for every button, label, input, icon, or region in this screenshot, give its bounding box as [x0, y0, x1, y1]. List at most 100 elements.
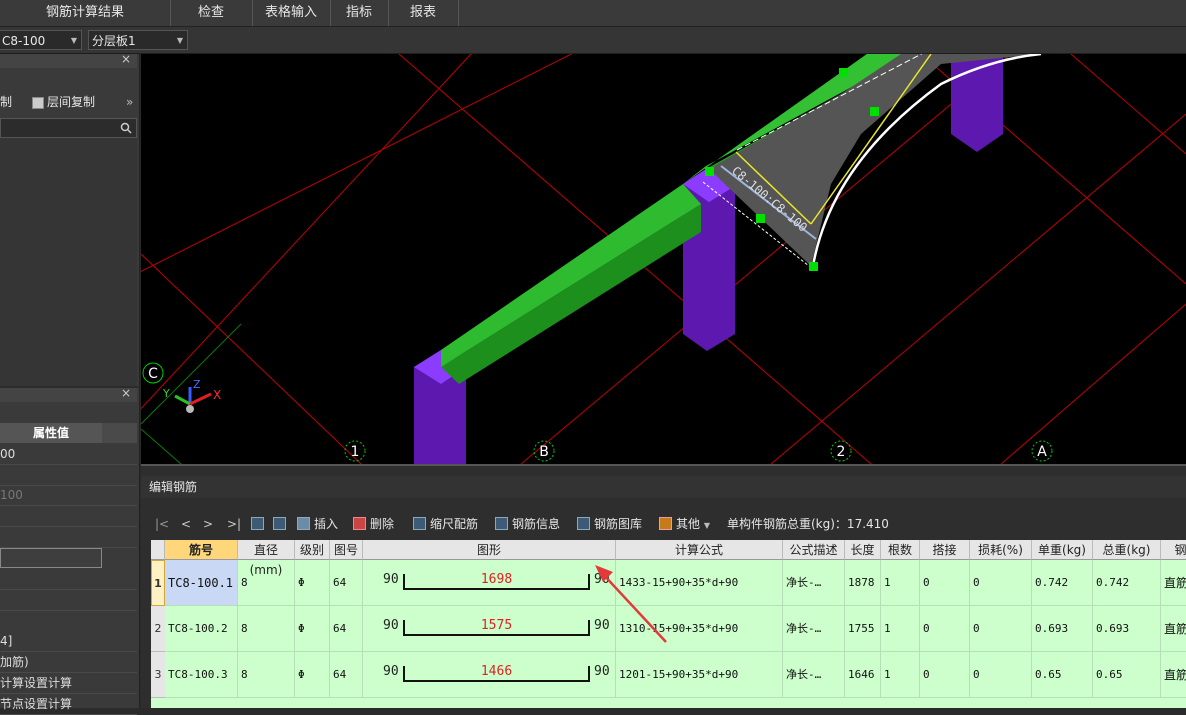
cell-count[interactable]: 1 [881, 652, 920, 698]
cell-lap[interactable]: 0 [920, 652, 970, 698]
nav-first-button[interactable]: |< [155, 512, 169, 536]
col-header-unit-weight[interactable]: 单重(kg) [1032, 540, 1093, 560]
cell-loss[interactable]: 0 [970, 606, 1032, 652]
component-tree[interactable] [0, 138, 137, 386]
cell-type[interactable]: 直筋 [1161, 652, 1186, 698]
prop-edit-field[interactable] [0, 548, 102, 568]
cell-diameter[interactable]: 8 [238, 560, 295, 606]
prop-row[interactable] [0, 569, 137, 590]
cell-length[interactable]: 1878 [845, 560, 881, 606]
prop-row[interactable]: 节点设置计算 [0, 694, 137, 715]
col-header-formula[interactable]: 计算公式 [616, 540, 783, 560]
col-header-total-weight[interactable]: 总重(kg) [1093, 540, 1161, 560]
cell-grade[interactable]: Φ [295, 606, 330, 652]
cell-unit-weight[interactable]: 0.65 [1032, 652, 1093, 698]
cell-figure-no[interactable]: 64 [330, 560, 363, 606]
col-header-id[interactable]: 筋号 [165, 540, 238, 560]
col-header-type[interactable]: 钢 [1161, 540, 1186, 560]
cell-figure-no[interactable]: 64 [330, 652, 363, 698]
copy-toolbar: 制 层间复制 » [0, 92, 137, 112]
prop-row[interactable]: 加筋) [0, 652, 137, 673]
prop-row[interactable]: 4] [0, 631, 137, 652]
close-icon[interactable]: × [121, 386, 131, 400]
col-header-lap[interactable]: 搭接 [920, 540, 970, 560]
move-up-button[interactable] [251, 512, 268, 536]
cell-total-weight[interactable]: 0.693 [1093, 606, 1161, 652]
cell-grade[interactable]: Φ [295, 652, 330, 698]
prop-row[interactable]: 00 [0, 444, 137, 465]
prop-row[interactable]: 100 [0, 485, 137, 506]
cell-shape[interactable]: 90 1698 90 [363, 560, 616, 606]
prop-row[interactable] [0, 527, 137, 548]
cell-total-weight[interactable]: 0.742 [1093, 560, 1161, 606]
cell-id[interactable]: TC8-100.3 [165, 652, 238, 698]
prop-row[interactable]: 计算设置计算 [0, 673, 137, 694]
cell-figure-no[interactable]: 64 [330, 606, 363, 652]
cell-id[interactable]: TC8-100.1 [165, 560, 238, 606]
insert-button[interactable]: 插入 [297, 512, 338, 536]
floor-copy-button[interactable]: 层间复制 [47, 92, 95, 112]
rebar-library-button[interactable]: 钢筋图库 [577, 512, 642, 536]
cell-type[interactable]: 直筋 [1161, 560, 1186, 606]
col-header-length[interactable]: 长度 [845, 540, 881, 560]
cell-grade[interactable]: Φ [295, 560, 330, 606]
cell-description[interactable]: 净长-… [783, 560, 845, 606]
col-header-shape[interactable]: 图形 [363, 540, 616, 560]
viewport-canvas[interactable]: C 1 B 2 A C8-100:C8-100 Z Y X [141, 54, 1186, 464]
cell-shape[interactable]: 90 1466 90 [363, 652, 616, 698]
component-select[interactable]: C8-100 ▼ [0, 30, 82, 50]
menu-rebar-results[interactable]: 钢筋计算结果 [0, 0, 171, 26]
cell-lap[interactable]: 0 [920, 606, 970, 652]
layer-select[interactable]: 分层板1 ▼ [88, 30, 188, 50]
row-number[interactable]: 3 [151, 652, 165, 698]
other-menu-button[interactable]: 其他 ▼ [659, 512, 710, 536]
col-header-grade[interactable]: 级别 [295, 540, 330, 560]
prop-row[interactable] [0, 465, 137, 486]
delete-button[interactable]: 删除 [353, 512, 394, 536]
row-number[interactable]: 1 [151, 560, 165, 606]
col-header-description[interactable]: 公式描述 [783, 540, 845, 560]
menu-report[interactable]: 报表 [388, 0, 459, 26]
menu-table-input[interactable]: 表格输入 [252, 0, 331, 26]
menu-check[interactable]: 检查 [170, 0, 253, 26]
nav-last-button[interactable]: >| [227, 512, 241, 536]
cell-count[interactable]: 1 [881, 606, 920, 652]
col-header-loss[interactable]: 损耗(%) [970, 540, 1032, 560]
cell-unit-weight[interactable]: 0.693 [1032, 606, 1093, 652]
col-header-diameter[interactable]: 直径(mm) [238, 540, 295, 577]
more-icon[interactable]: » [126, 92, 133, 112]
cell-diameter[interactable]: 8 [238, 652, 295, 698]
insert-icon [297, 517, 310, 530]
cell-total-weight[interactable]: 0.65 [1093, 652, 1161, 698]
nav-prev-button[interactable]: < [181, 512, 191, 536]
row-number[interactable]: 2 [151, 606, 165, 652]
menu-index[interactable]: 指标 [330, 0, 389, 26]
search-input[interactable] [0, 118, 137, 138]
cell-type[interactable]: 直筋 [1161, 606, 1186, 652]
cell-length[interactable]: 1646 [845, 652, 881, 698]
move-down-button[interactable] [273, 512, 290, 536]
cell-description[interactable]: 净长-… [783, 652, 845, 698]
cell-unit-weight[interactable]: 0.742 [1032, 560, 1093, 606]
cell-length[interactable]: 1755 [845, 606, 881, 652]
rebar-info-button[interactable]: 钢筋信息 [495, 512, 560, 536]
cell-description[interactable]: 净长-… [783, 606, 845, 652]
prop-row[interactable] [0, 590, 137, 611]
cell-loss[interactable]: 0 [970, 560, 1032, 606]
copy-button[interactable]: 制 [0, 92, 12, 112]
col-header-figure-no[interactable]: 图号 [330, 540, 363, 560]
search-icon[interactable] [120, 122, 132, 134]
cell-id[interactable]: TC8-100.2 [165, 606, 238, 652]
col-header-count[interactable]: 根数 [881, 540, 920, 560]
cell-shape[interactable]: 90 1575 90 [363, 606, 616, 652]
3d-viewport[interactable]: C 1 B 2 A C8-100:C8-100 Z Y X [141, 54, 1186, 464]
close-icon[interactable]: × [121, 52, 131, 66]
scale-rebar-button[interactable]: 缩尺配筋 [413, 512, 478, 536]
cell-diameter[interactable]: 8 [238, 606, 295, 652]
axis-z-label: Z [193, 378, 201, 391]
cell-count[interactable]: 1 [881, 560, 920, 606]
cell-loss[interactable]: 0 [970, 652, 1032, 698]
cell-lap[interactable]: 0 [920, 560, 970, 606]
nav-next-button[interactable]: > [203, 512, 213, 536]
prop-row[interactable] [0, 506, 137, 527]
